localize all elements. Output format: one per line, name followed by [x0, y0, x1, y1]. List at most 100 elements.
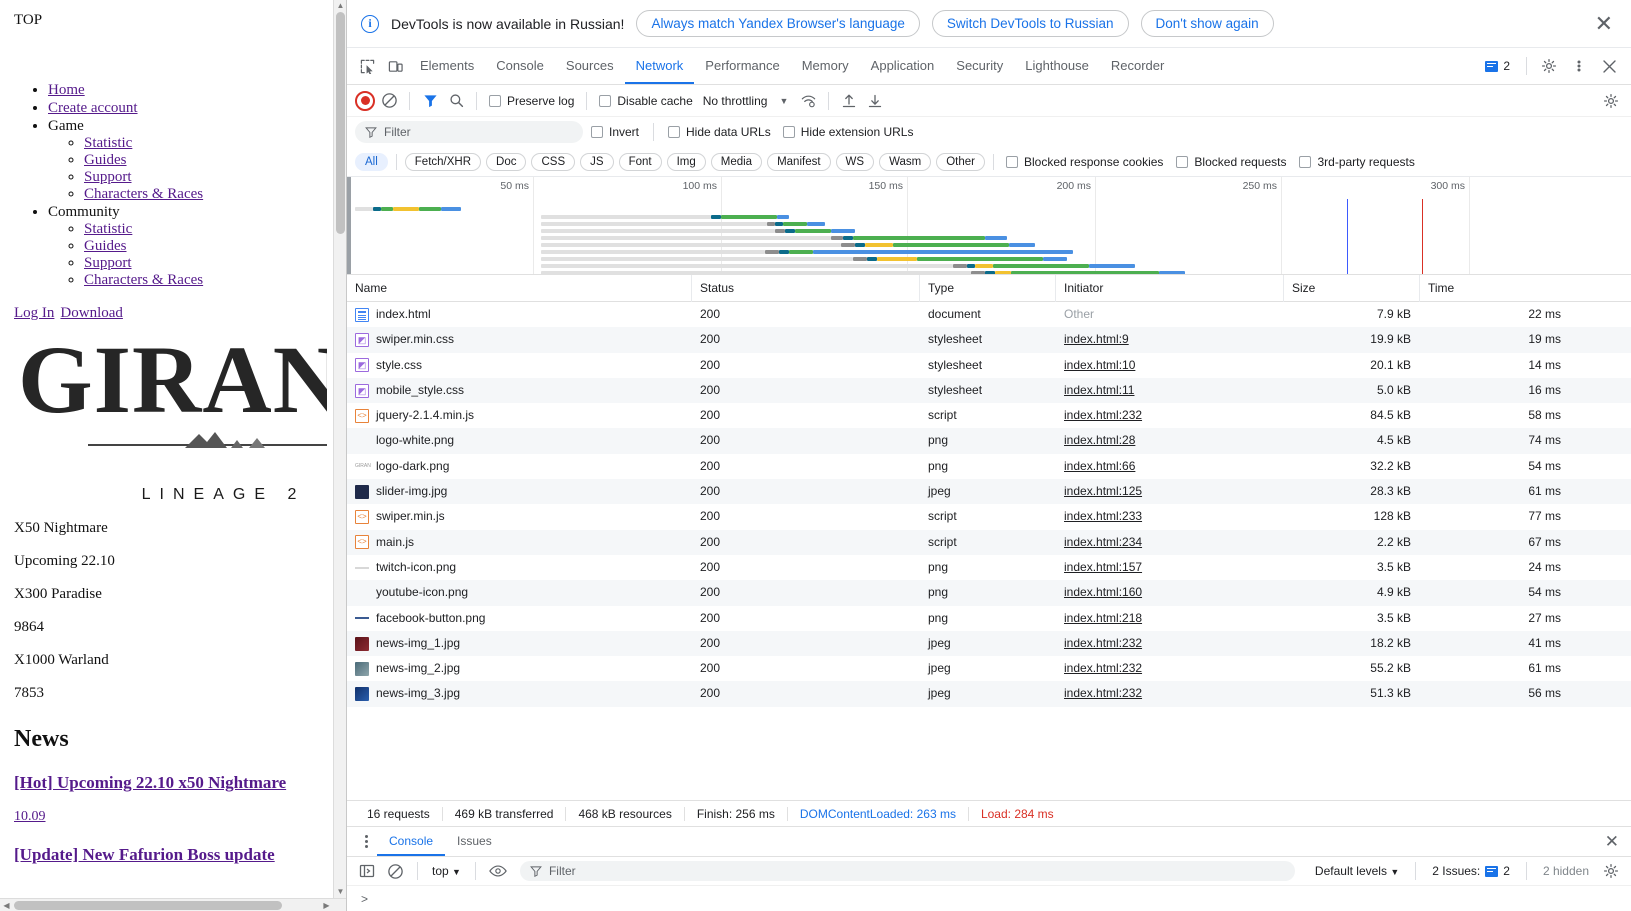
tab-lighthouse[interactable]: Lighthouse	[1014, 48, 1100, 84]
chip-doc[interactable]: Doc	[486, 152, 527, 171]
request-initiator-link[interactable]: index.html:9	[1064, 332, 1129, 346]
always-match-language-button[interactable]: Always match Yandex Browser's language	[636, 10, 920, 37]
news-item-link[interactable]: [Hot] Upcoming 22.10 x50 Nightmare	[14, 773, 327, 793]
table-row[interactable]: slider-img.jpg 200 jpeg index.html:125 2…	[347, 479, 1631, 505]
nav-sub-link-characters-races[interactable]: Characters & Races	[84, 186, 203, 202]
hide-extension-urls-checkbox[interactable]: Hide extension URLs	[779, 125, 918, 139]
preserve-log-checkbox[interactable]: Preserve log	[485, 94, 578, 108]
page-vertical-scrollbar[interactable]: ▲ ▼	[333, 0, 346, 898]
news-item-link[interactable]: [Update] New Fafurion Boss update	[14, 845, 327, 865]
nav-sub-item[interactable]: Characters & Races	[84, 186, 327, 203]
chip-font[interactable]: Font	[618, 152, 662, 171]
horizontal-scroll-thumb[interactable]	[14, 901, 282, 910]
clear-icon[interactable]	[377, 89, 401, 113]
table-row[interactable]: <> main.js 200 script index.html:234 2.2 …	[347, 529, 1631, 555]
nav-sub-item[interactable]: Guides	[84, 238, 327, 255]
vertical-scroll-thumb[interactable]	[336, 12, 345, 234]
column-header-time[interactable]: Time	[1420, 275, 1570, 302]
tab-elements[interactable]: Elements	[409, 48, 485, 84]
chip-css[interactable]: CSS	[531, 152, 576, 171]
nav-sub-item[interactable]: Support	[84, 255, 327, 272]
disable-cache-checkbox[interactable]: Disable cache	[595, 94, 696, 108]
checkbox-box[interactable]	[599, 94, 612, 107]
chip-all[interactable]: All	[355, 152, 388, 171]
checkbox-box[interactable]	[1299, 155, 1312, 168]
chip-manifest[interactable]: Manifest	[767, 152, 831, 171]
drawer-more-icon[interactable]	[355, 835, 377, 848]
nav-sub-link-characters-races[interactable]: Characters & Races	[84, 272, 203, 288]
chip-img[interactable]: Img	[666, 152, 706, 171]
drawer-tab-issues[interactable]: Issues	[445, 827, 504, 856]
blocked-requests-checkbox[interactable]: Blocked requests	[1172, 155, 1290, 169]
chip-js[interactable]: JS	[580, 152, 614, 171]
chip-fetch-xhr[interactable]: Fetch/XHR	[404, 152, 482, 171]
nav-item-home[interactable]: Home	[48, 81, 327, 99]
nav-sub-link-support[interactable]: Support	[84, 169, 132, 185]
chip-media[interactable]: Media	[710, 152, 763, 171]
table-row[interactable]: news-img_3.jpg 200 jpeg index.html:232 5…	[347, 681, 1631, 707]
chevron-down-icon[interactable]: ▼	[773, 96, 794, 106]
table-row[interactable]: <> swiper.min.js 200 script index.html:23…	[347, 504, 1631, 530]
console-filter-input[interactable]: Filter	[519, 861, 1295, 881]
request-initiator-link[interactable]: index.html:160	[1064, 585, 1142, 599]
page-horizontal-scrollbar[interactable]: ◀ ▶	[0, 898, 346, 911]
inspect-element-icon[interactable]	[353, 53, 381, 79]
column-header-status[interactable]: Status	[692, 274, 920, 302]
checkbox-box[interactable]	[1006, 155, 1018, 168]
request-initiator-link[interactable]: index.html:11	[1064, 383, 1134, 397]
table-row[interactable]: logo-white.png 200 png index.html:28 4.5…	[347, 428, 1631, 454]
chip-ws[interactable]: WS	[835, 152, 875, 171]
scroll-down-arrow-icon[interactable]: ▼	[334, 886, 346, 898]
news-item-date[interactable]: 10.09	[14, 809, 327, 825]
console-input-prompt[interactable]: >	[347, 886, 1631, 911]
scroll-left-arrow-icon[interactable]: ◀	[0, 899, 13, 911]
table-row[interactable]: <> jquery-2.1.4.min.js 200 script index.h…	[347, 403, 1631, 429]
checkbox-box[interactable]	[782, 126, 795, 138]
record-stop-icon[interactable]	[355, 90, 375, 111]
drawer-close-icon[interactable]: ✕	[1593, 833, 1631, 850]
request-initiator-link[interactable]: index.html:66	[1064, 459, 1135, 473]
table-row[interactable]: GIRAN logo-dark.png 200 png index.html:66…	[347, 453, 1631, 480]
show-sidebar-icon[interactable]	[355, 859, 379, 883]
scroll-right-arrow-icon[interactable]: ▶	[320, 899, 333, 911]
third-party-requests-checkbox[interactable]: 3rd-party requests	[1295, 155, 1418, 169]
console-settings-gear-icon[interactable]	[1599, 859, 1623, 883]
request-initiator-link[interactable]: index.html:234	[1064, 535, 1142, 549]
network-settings-gear-icon[interactable]	[1599, 89, 1623, 113]
checkbox-box[interactable]	[591, 126, 603, 138]
tab-memory[interactable]: Memory	[791, 48, 860, 84]
nav-link-home[interactable]: Home	[48, 82, 85, 98]
checkbox-box[interactable]	[668, 126, 681, 138]
more-vertical-icon[interactable]	[1565, 53, 1593, 79]
blocked-response-cookies-checkbox[interactable]: Blocked response cookies	[1002, 155, 1167, 169]
tab-security[interactable]: Security	[945, 48, 1014, 84]
console-hidden-count[interactable]: 2 hidden	[1533, 864, 1599, 878]
device-toolbar-icon[interactable]	[381, 53, 409, 79]
nav-sub-link-support[interactable]: Support	[84, 255, 132, 271]
nav-sub-link-statistic[interactable]: Statistic	[84, 135, 132, 151]
upload-icon[interactable]	[837, 89, 861, 113]
gear-icon[interactable]	[1535, 53, 1563, 79]
request-initiator-link[interactable]: index.html:232	[1064, 661, 1142, 675]
live-expression-icon[interactable]	[486, 859, 510, 883]
column-header-type[interactable]: Type	[920, 274, 1056, 302]
column-header-size[interactable]: Size	[1284, 274, 1420, 302]
nav-sub-link-statistic[interactable]: Statistic	[84, 221, 132, 237]
chip-other[interactable]: Other	[936, 152, 985, 171]
checkbox-box[interactable]	[489, 94, 501, 107]
tab-performance[interactable]: Performance	[694, 48, 790, 84]
devtools-close-icon[interactable]	[1595, 53, 1623, 79]
network-overview-timeline[interactable]: 50 ms 100 ms 150 ms 200 ms 250 ms 300 ms	[347, 177, 1631, 275]
nav-item-create-account[interactable]: Create account	[48, 99, 327, 117]
console-levels-select[interactable]: Default levels ▼	[1305, 864, 1409, 878]
login-link[interactable]: Log In	[14, 305, 54, 321]
nav-link-create-account[interactable]: Create account	[48, 100, 138, 116]
nav-sub-item[interactable]: Support	[84, 169, 327, 186]
table-row[interactable]: ◩ style.css 200 stylesheet index.html:10 …	[347, 352, 1631, 378]
filter-icon[interactable]	[418, 89, 442, 113]
clear-console-icon[interactable]	[383, 859, 407, 883]
nav-sub-link-guides[interactable]: Guides	[84, 152, 127, 168]
checkbox-box[interactable]	[1176, 155, 1189, 168]
tab-console[interactable]: Console	[485, 48, 555, 84]
download-icon[interactable]	[863, 89, 887, 113]
